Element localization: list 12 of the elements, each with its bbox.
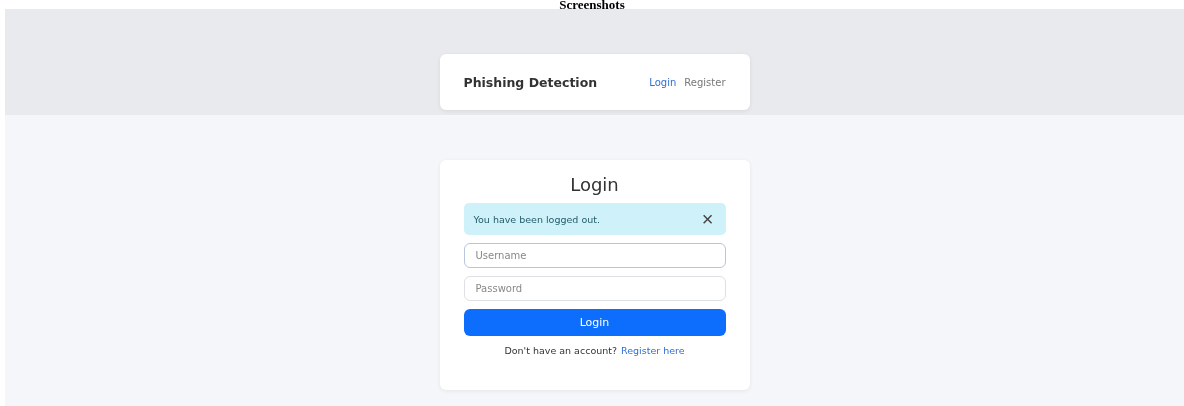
close-button[interactable]: ×: [699, 209, 716, 229]
signup-prompt: Don't have an account?: [504, 345, 617, 356]
nav-link[interactable]: Login: [649, 76, 677, 88]
login-title: Login: [570, 174, 619, 195]
brand-title: Phishing Detection: [463, 74, 598, 90]
page-caption: Screenshots: [558, 0, 626, 9]
login-button[interactable]: Login: [463, 309, 726, 336]
input-field[interactable]: Username: [463, 243, 726, 268]
register-link[interactable]: Register here: [621, 345, 685, 356]
nav-link[interactable]: Register: [684, 76, 726, 88]
input-field[interactable]: Password: [463, 276, 726, 301]
alert-message: You have been logged out.: [473, 213, 600, 225]
